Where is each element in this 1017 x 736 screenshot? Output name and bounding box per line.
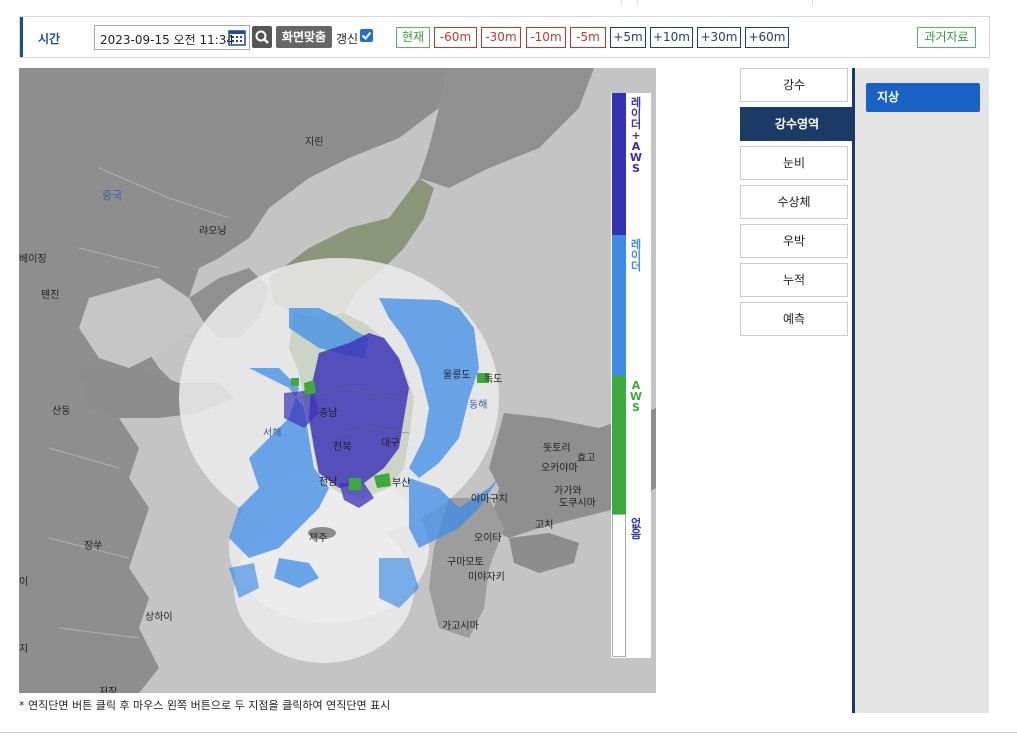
- legend-label-aws: AWS: [629, 379, 643, 414]
- menu-item-snow-rain[interactable]: 눈비: [740, 146, 848, 180]
- legend-swatch-radar-aws: [612, 93, 626, 235]
- map-label-kochi: 고치: [535, 520, 554, 531]
- map-label-yamaguchi: 야마구치: [471, 494, 508, 505]
- map-label-jeju: 제주: [309, 533, 328, 544]
- map-label-miyazaki: 미야자키: [468, 572, 505, 583]
- top-strip: [0, 0, 1017, 6]
- legend-swatch-radar: [612, 235, 626, 376]
- radar-map[interactable]: 중국 지린 랴오닝 베이징 톈진 산둥 장쑤 상하이 저장 이 지 서해 동해 …: [19, 68, 656, 693]
- map-label-shanghai: 상하이: [145, 612, 173, 623]
- time-button-now[interactable]: 현재: [396, 27, 430, 48]
- search-icon: [255, 30, 269, 44]
- time-button-minus-5[interactable]: -5m: [570, 27, 606, 48]
- precipitation-legend: 레이더+AWS 레이더 AWS 없음: [611, 93, 651, 658]
- datetime-value: 2023-09-15 오전 11:34: [100, 33, 235, 47]
- time-button-plus-5[interactable]: +5m: [610, 27, 646, 48]
- map-label-kumamoto: 구마모토: [447, 557, 484, 568]
- refresh-label: 갱신: [336, 32, 359, 46]
- time-toolbar: 시간 2023-09-15 오전 11:34 화면맞춤 갱신 현재 -60m -…: [19, 16, 990, 58]
- map-label-oita: 오이타: [474, 533, 502, 544]
- legend-label-none: 없음: [630, 517, 642, 541]
- toolbar-accent: [20, 17, 23, 57]
- map-label-tottori: 돗토리: [543, 443, 571, 454]
- map-label-jilin: 지린: [305, 137, 324, 148]
- top-strip-segment: [622, 0, 638, 6]
- page: 시간 2023-09-15 오전 11:34 화면맞춤 갱신 현재 -60m -…: [0, 0, 1017, 736]
- radar-map-canvas: [19, 68, 656, 693]
- map-label-tokushima: 도쿠시마: [559, 498, 596, 509]
- calendar-icon[interactable]: [228, 29, 246, 46]
- time-button-plus-10[interactable]: +10m: [650, 27, 693, 48]
- map-label-east-sea: 동해: [469, 400, 488, 411]
- fit-screen-button[interactable]: 화면맞춤: [276, 26, 332, 48]
- refresh-checkbox[interactable]: [360, 29, 373, 42]
- legend-label-radar-aws: 레이더+AWS: [629, 96, 643, 175]
- menu-item-accumulated[interactable]: 누적: [740, 263, 848, 297]
- menu-item-hydrometeor[interactable]: 수상체: [740, 185, 848, 219]
- map-label-jeonbuk: 전북: [333, 442, 352, 453]
- sub-menu-panel: 지상: [855, 68, 989, 713]
- time-button-minus-60[interactable]: -60m: [434, 27, 477, 48]
- bottom-divider: [0, 732, 1017, 733]
- sub-menu-item-ground[interactable]: 지상: [866, 83, 980, 112]
- search-button[interactable]: [252, 26, 272, 48]
- map-label-ulleung: 울릉도: [443, 370, 471, 381]
- map-label-daegu: 대구: [381, 438, 400, 449]
- map-label-tianjin: 톈진: [41, 290, 60, 301]
- map-label-china: 중국: [102, 189, 123, 202]
- check-icon: [361, 31, 372, 40]
- map-label-okayama: 오카야마: [541, 463, 578, 474]
- time-label: 시간: [38, 32, 61, 46]
- menu-item-precip[interactable]: 강수: [740, 68, 848, 102]
- map-label-jiangsu: 장쑤: [84, 541, 103, 552]
- map-label-shandong: 산둥: [52, 406, 71, 417]
- menu-item-forecast[interactable]: 예측: [740, 302, 848, 336]
- map-label-west-sea: 서해: [263, 428, 282, 439]
- map-label-liaoning: 랴오닝: [199, 226, 227, 237]
- legend-label-radar: 레이더: [630, 238, 642, 273]
- map-label-chungnam: 충남: [319, 408, 338, 419]
- past-data-button[interactable]: 과거자료: [917, 27, 976, 48]
- map-label-edge-ji: 지: [19, 644, 29, 655]
- legend-swatch-none: [612, 514, 626, 657]
- top-strip-segment: [638, 0, 813, 6]
- time-button-minus-10[interactable]: -10m: [526, 27, 566, 48]
- time-button-minus-30[interactable]: -30m: [481, 27, 521, 48]
- top-strip-segment: [0, 0, 622, 6]
- time-button-plus-30[interactable]: +30m: [697, 27, 741, 48]
- map-label-kagoshima: 가고시마: [442, 621, 479, 632]
- map-label-zhejiang: 저장: [99, 687, 118, 693]
- map-label-hyogo: 효고: [577, 453, 596, 464]
- map-label-beijing: 베이징: [19, 254, 47, 265]
- map-label-jeonnam: 전남: [319, 477, 338, 488]
- map-label-edge-i: 이: [19, 577, 29, 588]
- legend-swatch-aws: [612, 376, 626, 514]
- menu-item-hail[interactable]: 우박: [740, 224, 848, 258]
- cross-section-footnote: * 연직단면 버튼 클릭 후 마우스 왼쪽 버튼으로 두 지점을 클릭하여 연직…: [19, 699, 391, 712]
- map-label-dokdo: 독도: [484, 374, 503, 385]
- map-label-busan: 부산: [392, 478, 411, 489]
- time-button-plus-60[interactable]: +60m: [745, 27, 789, 48]
- datetime-input[interactable]: 2023-09-15 오전 11:34: [94, 25, 250, 50]
- menu-item-precip-area[interactable]: 강수영역: [740, 107, 854, 141]
